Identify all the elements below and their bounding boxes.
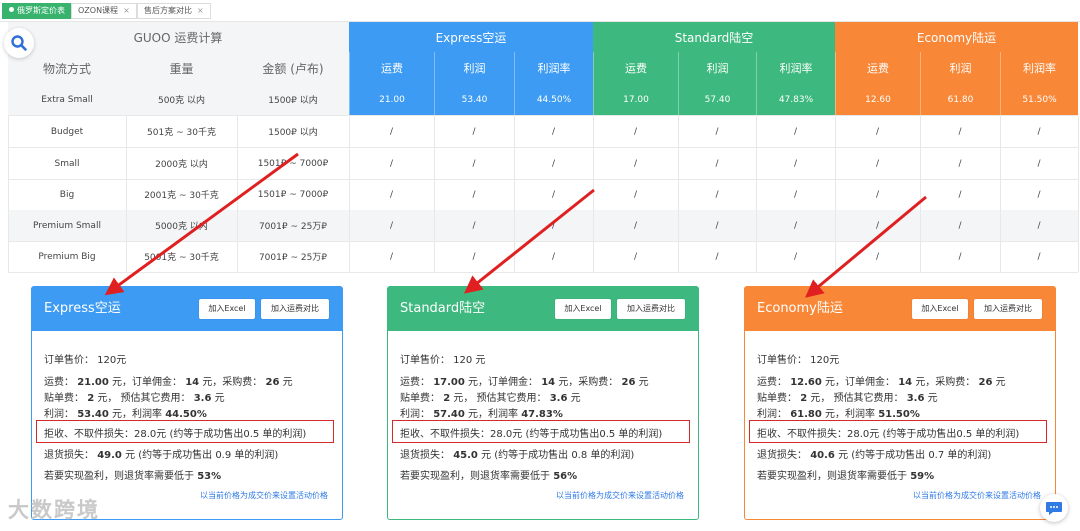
arrow-standard (463, 188, 595, 294)
arrow-express (104, 152, 299, 296)
chat-button[interactable] (1040, 494, 1068, 522)
arrow-economy (805, 195, 927, 298)
chat-icon (1046, 502, 1062, 515)
annotation-arrows (104, 152, 927, 298)
watermark: 大数跨境 (8, 498, 100, 522)
